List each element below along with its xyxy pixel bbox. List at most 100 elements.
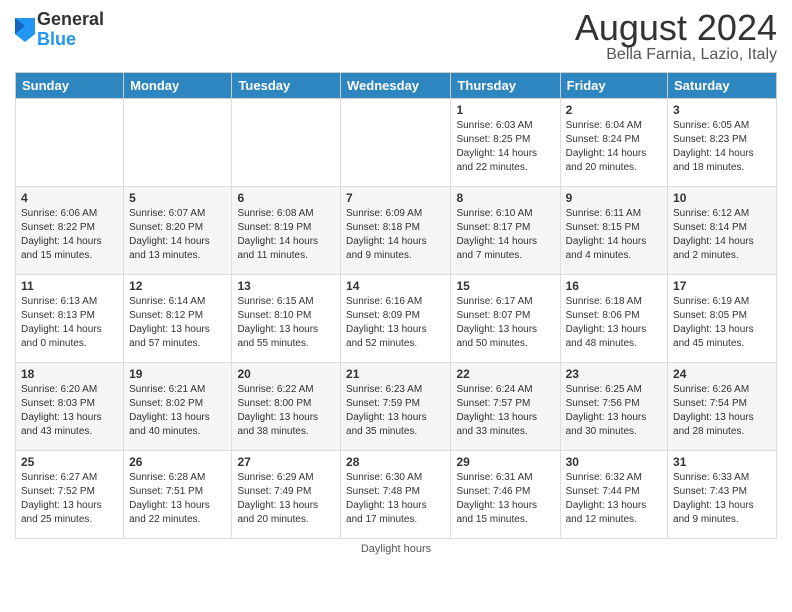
calendar-week-row: 18Sunrise: 6:20 AM Sunset: 8:03 PM Dayli… <box>16 363 777 451</box>
day-info: Sunrise: 6:03 AM Sunset: 8:25 PM Dayligh… <box>456 119 554 175</box>
day-info: Sunrise: 6:15 AM Sunset: 8:10 PM Dayligh… <box>237 295 335 351</box>
day-number: 17 <box>673 279 771 293</box>
calendar-cell: 12Sunrise: 6:14 AM Sunset: 8:12 PM Dayli… <box>124 275 232 363</box>
calendar-header-row: SundayMondayTuesdayWednesdayThursdayFrid… <box>16 73 777 99</box>
day-number: 20 <box>237 367 335 381</box>
calendar-cell: 19Sunrise: 6:21 AM Sunset: 8:02 PM Dayli… <box>124 363 232 451</box>
calendar-cell: 4 Sunrise: 6:06 AM Sunset: 8:22 PM Daylig… <box>16 187 124 275</box>
calendar-cell: 27 Sunrise: 6:29 AM Sunset: 7:49 PM Dayli… <box>232 451 341 539</box>
day-info: Sunrise: 6:16 AM Sunset: 8:09 PM Dayligh… <box>346 295 445 351</box>
day-info: Sunrise: 6:27 AM Sunset: 7:52 PM Dayligh… <box>21 471 118 527</box>
day-number: 15 <box>456 279 554 293</box>
calendar-table: SundayMondayTuesdayWednesdayThursdayFrid… <box>15 72 777 539</box>
calendar-cell: 18Sunrise: 6:20 AM Sunset: 8:03 PM Dayli… <box>16 363 124 451</box>
day-info: Sunrise: 6:12 AM Sunset: 8:14 PM Dayligh… <box>673 207 771 263</box>
calendar-cell: 17 Sunrise: 6:19 AM Sunset: 8:05 PM Dayli… <box>668 275 777 363</box>
day-number: 24 <box>673 367 771 381</box>
calendar-cell <box>124 99 232 187</box>
calendar-cell: 26 Sunrise: 6:28 AM Sunset: 7:51 PM Dayli… <box>124 451 232 539</box>
weekday-header: Tuesday <box>232 73 341 99</box>
calendar-cell: 10 Sunrise: 6:12 AM Sunset: 8:14 PM Dayli… <box>668 187 777 275</box>
calendar-week-row: 4 Sunrise: 6:06 AM Sunset: 8:22 PM Daylig… <box>16 187 777 275</box>
weekday-header: Wednesday <box>341 73 451 99</box>
day-info: Sunrise: 6:30 AM Sunset: 7:48 PM Dayligh… <box>346 471 445 527</box>
logo-text: General Blue <box>37 10 104 50</box>
calendar-cell: 29Sunrise: 6:31 AM Sunset: 7:46 PM Dayli… <box>451 451 560 539</box>
day-number: 3 <box>673 103 771 117</box>
weekday-header: Friday <box>560 73 667 99</box>
day-info: Sunrise: 6:24 AM Sunset: 7:57 PM Dayligh… <box>456 383 554 439</box>
day-info: Sunrise: 6:21 AM Sunset: 8:02 PM Dayligh… <box>129 383 226 439</box>
day-number: 2 <box>566 103 662 117</box>
header: General Blue August 2024 Bella Farnia, L… <box>15 10 777 64</box>
calendar-cell: 2 Sunrise: 6:04 AM Sunset: 8:24 PM Daylig… <box>560 99 667 187</box>
calendar-cell: 8Sunrise: 6:10 AM Sunset: 8:17 PM Daylig… <box>451 187 560 275</box>
calendar-cell: 30 Sunrise: 6:32 AM Sunset: 7:44 PM Dayli… <box>560 451 667 539</box>
calendar-cell: 15 Sunrise: 6:17 AM Sunset: 8:07 PM Dayli… <box>451 275 560 363</box>
day-number: 1 <box>456 103 554 117</box>
calendar-cell: 21Sunrise: 6:23 AM Sunset: 7:59 PM Dayli… <box>341 363 451 451</box>
page: General Blue August 2024 Bella Farnia, L… <box>0 0 792 612</box>
day-number: 26 <box>129 455 226 469</box>
calendar-cell: 22Sunrise: 6:24 AM Sunset: 7:57 PM Dayli… <box>451 363 560 451</box>
day-number: 25 <box>21 455 118 469</box>
day-info: Sunrise: 6:31 AM Sunset: 7:46 PM Dayligh… <box>456 471 554 527</box>
day-info: Sunrise: 6:06 AM Sunset: 8:22 PM Dayligh… <box>21 207 118 263</box>
day-info: Sunrise: 6:11 AM Sunset: 8:15 PM Dayligh… <box>566 207 662 263</box>
calendar-cell <box>341 99 451 187</box>
day-info: Sunrise: 6:04 AM Sunset: 8:24 PM Dayligh… <box>566 119 662 175</box>
day-number: 21 <box>346 367 445 381</box>
day-info: Sunrise: 6:25 AM Sunset: 7:56 PM Dayligh… <box>566 383 662 439</box>
footer-note: Daylight hours <box>15 543 777 555</box>
weekday-header: Saturday <box>668 73 777 99</box>
day-info: Sunrise: 6:19 AM Sunset: 8:05 PM Dayligh… <box>673 295 771 351</box>
calendar-cell <box>232 99 341 187</box>
calendar-cell: 5Sunrise: 6:07 AM Sunset: 8:20 PM Daylig… <box>124 187 232 275</box>
day-info: Sunrise: 6:33 AM Sunset: 7:43 PM Dayligh… <box>673 471 771 527</box>
day-number: 28 <box>346 455 445 469</box>
calendar-cell: 28 Sunrise: 6:30 AM Sunset: 7:48 PM Dayli… <box>341 451 451 539</box>
day-info: Sunrise: 6:26 AM Sunset: 7:54 PM Dayligh… <box>673 383 771 439</box>
day-number: 18 <box>21 367 118 381</box>
calendar-cell: 7Sunrise: 6:09 AM Sunset: 8:18 PM Daylig… <box>341 187 451 275</box>
logo: General Blue <box>15 10 104 50</box>
day-info: Sunrise: 6:22 AM Sunset: 8:00 PM Dayligh… <box>237 383 335 439</box>
calendar-cell: 23 Sunrise: 6:25 AM Sunset: 7:56 PM Dayli… <box>560 363 667 451</box>
day-number: 30 <box>566 455 662 469</box>
calendar-cell: 25 Sunrise: 6:27 AM Sunset: 7:52 PM Dayli… <box>16 451 124 539</box>
calendar-week-row: 25 Sunrise: 6:27 AM Sunset: 7:52 PM Dayli… <box>16 451 777 539</box>
day-number: 16 <box>566 279 662 293</box>
day-number: 10 <box>673 191 771 205</box>
calendar-cell <box>16 99 124 187</box>
logo-icon <box>15 18 35 42</box>
day-info: Sunrise: 6:17 AM Sunset: 8:07 PM Dayligh… <box>456 295 554 351</box>
calendar-cell: 20 Sunrise: 6:22 AM Sunset: 8:00 PM Dayli… <box>232 363 341 451</box>
day-number: 4 <box>21 191 118 205</box>
calendar-cell: 11Sunrise: 6:13 AM Sunset: 8:13 PM Dayli… <box>16 275 124 363</box>
day-number: 27 <box>237 455 335 469</box>
day-info: Sunrise: 6:13 AM Sunset: 8:13 PM Dayligh… <box>21 295 118 351</box>
day-info: Sunrise: 6:29 AM Sunset: 7:49 PM Dayligh… <box>237 471 335 527</box>
day-number: 31 <box>673 455 771 469</box>
day-info: Sunrise: 6:32 AM Sunset: 7:44 PM Dayligh… <box>566 471 662 527</box>
day-number: 8 <box>456 191 554 205</box>
month-year: August 2024 <box>575 10 777 46</box>
title-section: August 2024 Bella Farnia, Lazio, Italy <box>575 10 777 64</box>
day-number: 12 <box>129 279 226 293</box>
day-number: 5 <box>129 191 226 205</box>
weekday-header: Monday <box>124 73 232 99</box>
calendar-cell: 31 Sunrise: 6:33 AM Sunset: 7:43 PM Dayli… <box>668 451 777 539</box>
calendar-cell: 1 Sunrise: 6:03 AM Sunset: 8:25 PM Daylig… <box>451 99 560 187</box>
calendar-week-row: 11Sunrise: 6:13 AM Sunset: 8:13 PM Dayli… <box>16 275 777 363</box>
calendar-cell: 9Sunrise: 6:11 AM Sunset: 8:15 PM Daylig… <box>560 187 667 275</box>
day-info: Sunrise: 6:18 AM Sunset: 8:06 PM Dayligh… <box>566 295 662 351</box>
day-info: Sunrise: 6:09 AM Sunset: 8:18 PM Dayligh… <box>346 207 445 263</box>
day-info: Sunrise: 6:05 AM Sunset: 8:23 PM Dayligh… <box>673 119 771 175</box>
weekday-header: Sunday <box>16 73 124 99</box>
day-number: 23 <box>566 367 662 381</box>
calendar-cell: 14 Sunrise: 6:16 AM Sunset: 8:09 PM Dayli… <box>341 275 451 363</box>
day-info: Sunrise: 6:28 AM Sunset: 7:51 PM Dayligh… <box>129 471 226 527</box>
calendar-cell: 16 Sunrise: 6:18 AM Sunset: 8:06 PM Dayli… <box>560 275 667 363</box>
day-number: 14 <box>346 279 445 293</box>
location: Bella Farnia, Lazio, Italy <box>575 46 777 64</box>
